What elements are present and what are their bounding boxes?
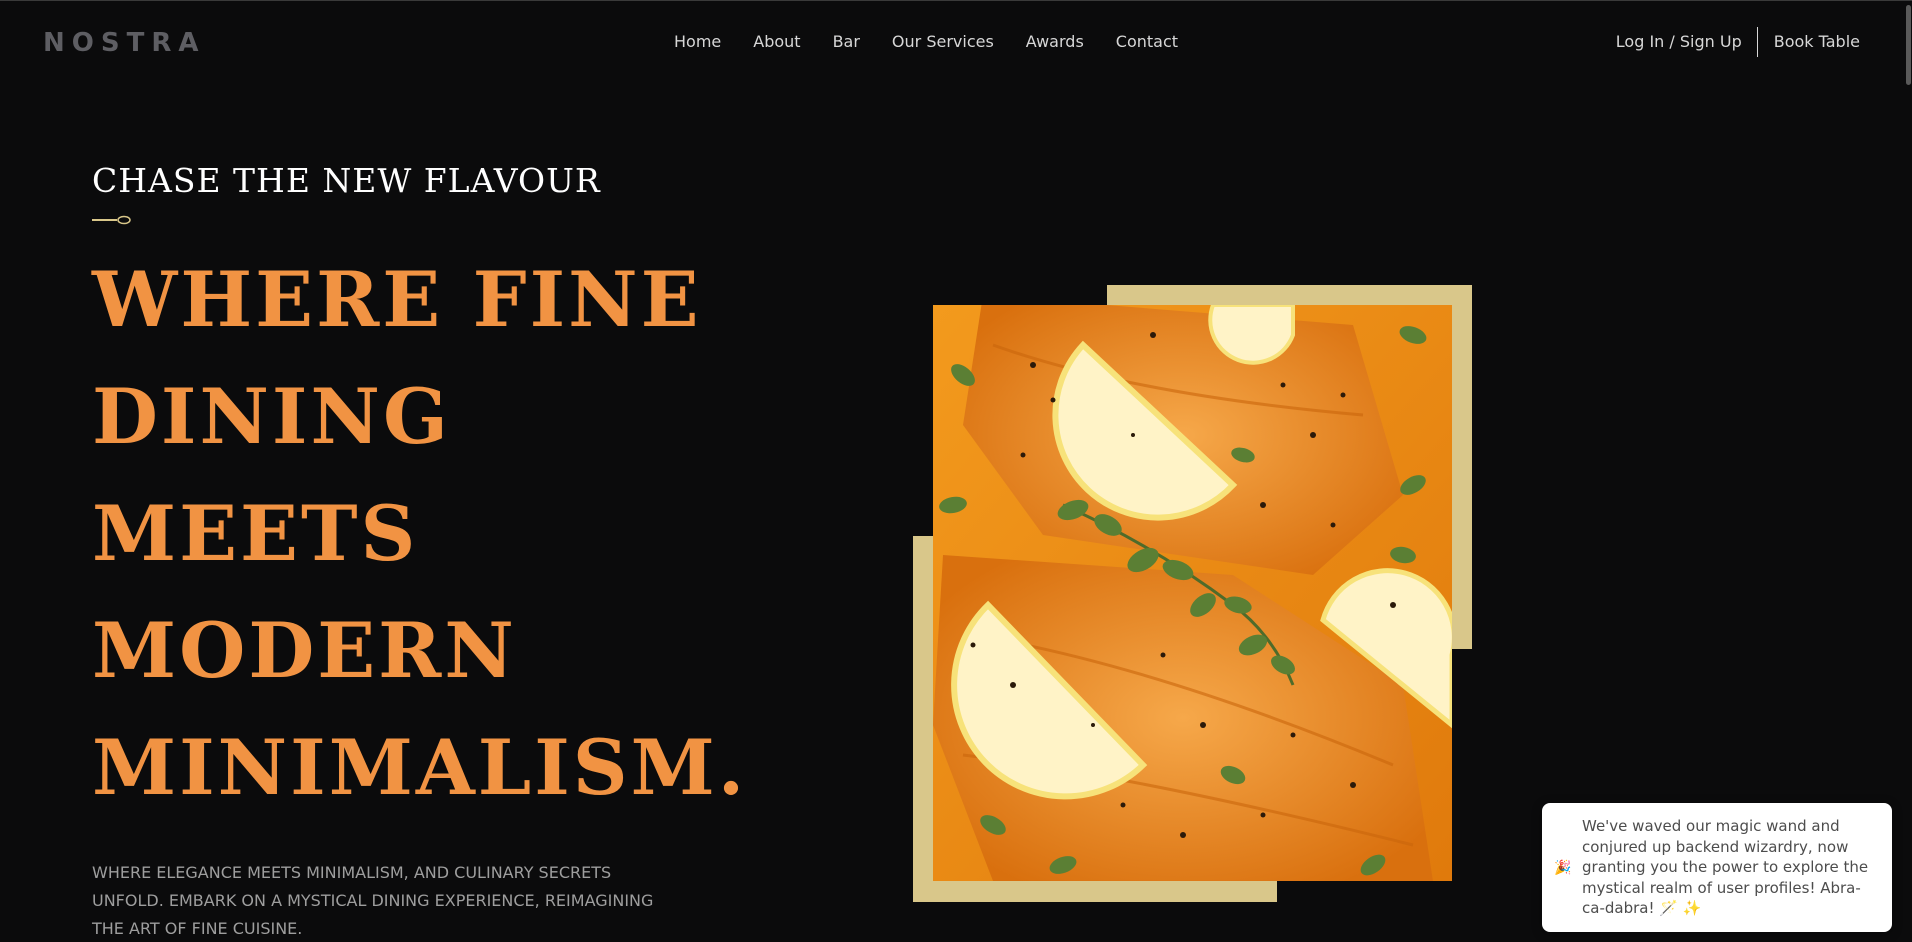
toast-message: We've waved our magic wand and conjured … [1582, 817, 1869, 918]
nav-awards[interactable]: Awards [1026, 31, 1084, 53]
salmon-dish-photo [933, 305, 1452, 881]
nav-our-services[interactable]: Our Services [892, 31, 994, 53]
nav-home[interactable]: Home [674, 31, 721, 53]
hero-subtext: WHERE ELEGANCE MEETS MINIMALISM, AND CUL… [92, 863, 654, 938]
page: NOSTRA Home About Bar Our Services Award… [0, 0, 1912, 942]
nav-bar[interactable]: Bar [833, 31, 860, 53]
headline-line: DINING [92, 372, 451, 461]
main-nav: Home About Bar Our Services Awards Conta… [674, 31, 1178, 53]
brand-logo[interactable]: NOSTRA [43, 28, 205, 58]
login-signup-link[interactable]: Log In / Sign Up [1616, 31, 1757, 53]
scrollbar-thumb[interactable] [1906, 5, 1911, 85]
hero-eyebrow: CHASE THE NEW FLAVOUR [92, 161, 601, 200]
book-table-button[interactable]: Book Table [1758, 31, 1860, 53]
nav-about[interactable]: About [753, 31, 800, 53]
hero-headline: WHERE FINE DINING MEETS MODERN MINIMALIS… [92, 241, 772, 826]
headline-line: MEETS [92, 489, 419, 578]
nav-contact[interactable]: Contact [1116, 31, 1178, 53]
party-popper-icon: 🎉 [1554, 859, 1572, 876]
headline-line: WHERE FINE [92, 255, 702, 344]
page-scrollbar[interactable] [1904, 1, 1912, 942]
spoon-divider-icon [92, 215, 131, 225]
headline-line: MINIMALISM. [92, 723, 748, 812]
header-actions: Log In / Sign Up Book Table [1616, 27, 1860, 57]
notification-toast[interactable]: 🎉 We've waved our magic wand and conjure… [1542, 803, 1892, 932]
headline-line: MODERN [92, 606, 517, 695]
